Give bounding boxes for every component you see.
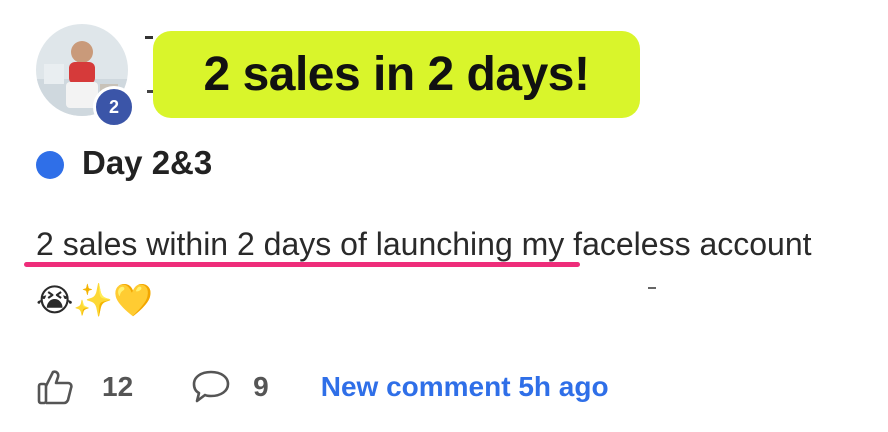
category-dot <box>36 151 64 179</box>
thumbs-up-icon[interactable] <box>36 368 74 406</box>
level-badge: 2 <box>93 86 135 128</box>
post-title[interactable]: Day 2&3 <box>82 144 212 182</box>
stray-mark <box>648 287 656 289</box>
comment-bubble-icon[interactable] <box>191 368 231 406</box>
post-actions: 12 9 New comment 5h ago <box>36 368 609 406</box>
like-count: 12 <box>102 371 134 402</box>
author-name-fragment <box>145 36 153 39</box>
post-body: 2 sales within 2 days of launching my fa… <box>36 226 812 318</box>
comment-count: 9 <box>253 371 269 402</box>
headline-banner: 2 sales in 2 days! <box>153 31 640 118</box>
new-comment-link[interactable]: New comment 5h ago <box>321 371 609 403</box>
